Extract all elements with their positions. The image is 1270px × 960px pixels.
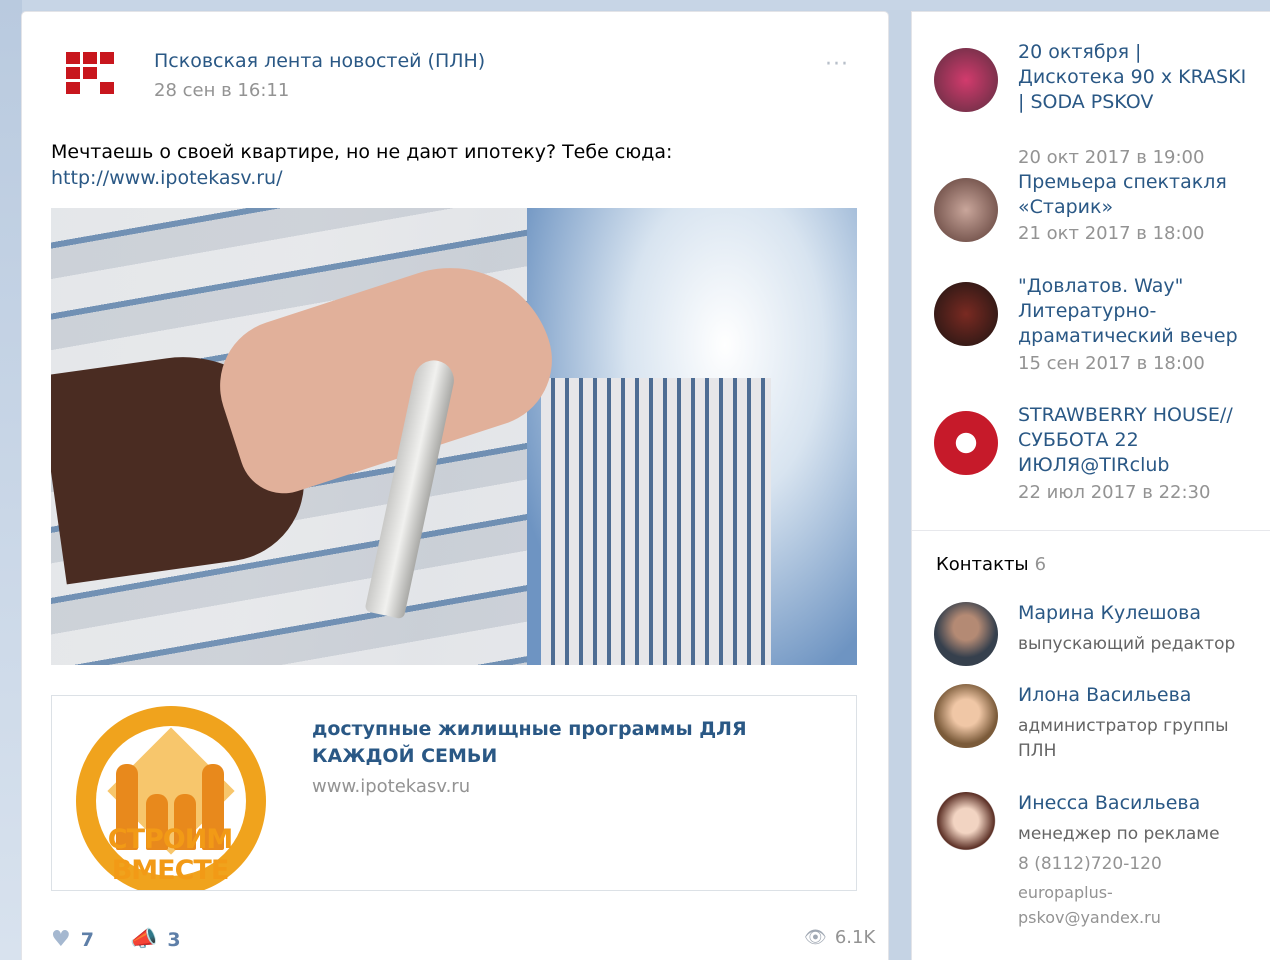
- snippet-logo: СТРОИМ ВМЕСТЕ: [52, 696, 288, 890]
- contact-avatar[interactable]: [934, 792, 998, 856]
- event-date: 20 окт 2017 в 19:00: [1018, 147, 1205, 168]
- event-title[interactable]: 20 октября | Дискотека 90 х KRASKI | SOD…: [1018, 40, 1254, 115]
- wall-post: Псковская лента новостей (ПЛН) 28 сен в …: [22, 12, 888, 960]
- post-author-link[interactable]: Псковская лента новостей (ПЛН): [154, 50, 485, 72]
- megaphone-icon: 📣: [130, 927, 158, 952]
- contact-name[interactable]: Инесса Васильева: [1018, 792, 1200, 814]
- snippet-title[interactable]: доступные жилищные программы ДЛЯ КАЖДОЙ …: [312, 716, 812, 770]
- contacts-count: 6: [1034, 554, 1047, 575]
- share-button[interactable]: 📣 3: [130, 927, 181, 952]
- event-image[interactable]: [934, 411, 998, 475]
- post-date[interactable]: 28 сен в 16:11: [154, 80, 289, 101]
- group-avatar[interactable]: [66, 52, 114, 100]
- post-photo[interactable]: [51, 208, 857, 665]
- event-image[interactable]: [934, 48, 998, 112]
- contact-role: выпускающий редактор: [1018, 634, 1236, 654]
- views-count: 6.1K: [834, 927, 876, 948]
- like-count: 7: [80, 929, 94, 951]
- contact-email[interactable]: europaplus-pskov@yandex.ru: [1018, 880, 1178, 930]
- contact-role: менеджер по рекламе: [1018, 824, 1220, 844]
- contact-name[interactable]: Илона Васильева: [1018, 684, 1191, 706]
- section-divider: [912, 530, 1270, 531]
- contact-phone: 8 (8112)720-120: [1018, 854, 1162, 874]
- event-date: 21 окт 2017 в 18:00: [1018, 223, 1205, 244]
- link-snippet[interactable]: СТРОИМ ВМЕСТЕ доступные жилищные програм…: [51, 695, 857, 891]
- views-counter: 👁 6.1K: [804, 927, 875, 948]
- event-title[interactable]: STRAWBERRY HOUSE//СУББОТА 22 ИЮЛЯ@TIRclu…: [1018, 403, 1254, 478]
- heart-icon: ♥: [51, 927, 71, 952]
- contacts-header[interactable]: Контакты 6: [936, 554, 1046, 575]
- page-background-left: [0, 0, 22, 960]
- contact-name[interactable]: Марина Кулешова: [1018, 602, 1201, 624]
- share-count: 3: [167, 929, 181, 951]
- post-text: Мечтаешь о своей квартире, но не дают ип…: [51, 141, 673, 163]
- event-date: 15 сен 2017 в 18:00: [1018, 353, 1205, 374]
- event-image[interactable]: [934, 282, 998, 346]
- contacts-label: Контакты: [936, 554, 1029, 575]
- snippet-domain: www.ipotekasv.ru: [312, 776, 471, 797]
- event-date: 22 июл 2017 в 22:30: [1018, 482, 1211, 503]
- snippet-logo-text: СТРОИМ ВМЕСТЕ: [107, 824, 233, 886]
- like-button[interactable]: ♥ 7: [51, 927, 94, 952]
- contact-avatar[interactable]: [934, 684, 998, 748]
- contact-role: администратор группы ПЛН: [1018, 716, 1229, 761]
- event-image[interactable]: [934, 178, 998, 242]
- sidebar: 20 октября | Дискотека 90 х KRASKI | SOD…: [912, 12, 1270, 960]
- post-link[interactable]: http://www.ipotekasv.ru/: [51, 167, 283, 189]
- event-title[interactable]: "Довлатов. Way" Литературно-драматически…: [1018, 274, 1254, 349]
- event-title[interactable]: Премьера спектакля «Старик»: [1018, 170, 1254, 220]
- page-background-top: [0, 0, 1270, 10]
- contact-avatar[interactable]: [934, 602, 998, 666]
- post-menu-icon[interactable]: ···: [825, 52, 849, 77]
- eye-icon: 👁: [804, 927, 827, 948]
